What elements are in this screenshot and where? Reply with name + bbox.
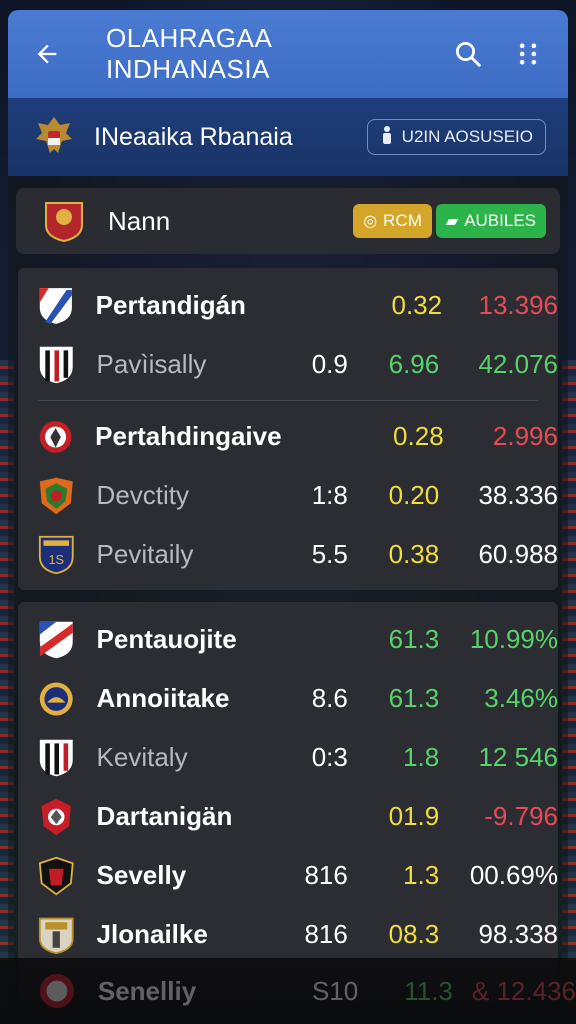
- back-button[interactable]: [30, 37, 64, 71]
- odds-value: 0.32: [391, 290, 443, 320]
- table-row[interactable]: Pavìisally 0.9 6.96 42.076: [18, 335, 558, 394]
- table-row[interactable]: Devctity 1:8 0.20 38.336: [18, 466, 558, 525]
- odds-value: 01.9: [388, 801, 440, 831]
- percent-value: 3.46%: [484, 683, 558, 713]
- striped-shield-icon: [39, 346, 73, 383]
- chip-rcm-label: RCM: [383, 211, 422, 230]
- team-name: Jlonailke: [96, 919, 208, 949]
- league-action-label: U2IN AOSUSEIO: [401, 127, 533, 146]
- score-value: S10: [311, 975, 359, 1006]
- table-row[interactable]: Kevitaly 0:3 1.8 12 546: [18, 728, 558, 787]
- chip-aubiles[interactable]: ▰ AUBILES: [435, 204, 546, 238]
- black-red-shield-icon: [38, 856, 74, 895]
- striped-shield-icon: [39, 739, 73, 776]
- odds-value: 1.8: [403, 742, 440, 772]
- team-name: Pevitaily: [96, 539, 194, 569]
- table-row[interactable]: Annoiitake 8.6 61.3 3.46%: [18, 669, 558, 728]
- percent-value: 2.996: [492, 421, 558, 451]
- person-icon: [380, 125, 394, 150]
- team-name: Sevelly: [96, 860, 187, 890]
- team-name: Annoiitake: [96, 683, 230, 713]
- percent-value: -9.796: [484, 801, 558, 831]
- team-name: Pavìisally: [96, 349, 207, 379]
- team-name: Devctity: [96, 480, 190, 510]
- percent-value: 12 546: [478, 742, 558, 772]
- app-bar: OLAHRAGAA INDHANASIA: [8, 10, 568, 98]
- red-crest-icon: [41, 798, 71, 835]
- round-crest-icon: [39, 973, 74, 1009]
- grid-dots-icon: [519, 43, 537, 65]
- percent-value: 00.69%: [469, 860, 558, 890]
- league-header: INeaaika Rbanaia U2IN AOSUSEIO: [8, 98, 568, 176]
- table-row[interactable]: Pentauojite 61.3 10.99%: [18, 610, 558, 669]
- search-button[interactable]: [450, 36, 486, 72]
- odds-value: 61.3: [388, 683, 440, 713]
- more-options-button[interactable]: [510, 36, 546, 72]
- table-row[interactable]: Pertahdingaive 0.28 2.996: [18, 407, 558, 466]
- search-icon: [456, 42, 481, 67]
- league-name: INeaaika Rbanaia: [94, 122, 293, 151]
- round-crest-icon: [39, 420, 72, 453]
- striped-shield-icon: [39, 287, 72, 324]
- divider: [38, 400, 538, 401]
- percent-value: 60.988: [478, 539, 558, 569]
- match-group-1: Pertandigán 0.32 13.396 Pavìisally 0.9 6…: [18, 268, 558, 590]
- tiger-crest-icon: [39, 477, 73, 514]
- percent-value: 98.338: [478, 919, 558, 949]
- odds-value: 08.3: [388, 919, 440, 949]
- team-name: Kevitaly: [96, 742, 188, 772]
- odds-value: 1.3: [403, 860, 440, 890]
- score-value: 8.6: [311, 683, 348, 713]
- app-title: OLAHRAGAA INDHANASIA: [106, 23, 271, 84]
- round-emblem-icon: [39, 682, 73, 715]
- score-value: 5.5: [311, 539, 348, 569]
- team-name: Senelliy: [97, 975, 197, 1006]
- chip-aubiles-label: AUBILES: [464, 211, 536, 230]
- percent-value: 13.396: [478, 290, 559, 320]
- team-crest-icon: [45, 202, 83, 243]
- striped-shield-icon: [39, 621, 73, 658]
- odds-value: 0.28: [393, 421, 444, 451]
- score-value: 816: [304, 919, 348, 949]
- percent-value: 38.336: [478, 480, 558, 510]
- filter-team-name: Nann: [108, 205, 171, 236]
- team-name: Dartanigän: [96, 801, 233, 831]
- app-window: OLAHRAGAA INDHANASIA INeaaika Rbanaia U2…: [8, 10, 568, 1024]
- odds-value: 0.20: [388, 480, 440, 510]
- odds-value: 61.3: [388, 624, 440, 654]
- percent-value: 42.076: [478, 349, 558, 379]
- arrow-left-icon: [37, 44, 57, 64]
- ear-icon: ◎: [363, 213, 378, 230]
- tv-icon: ▰: [445, 213, 459, 230]
- odds-value: 11.3: [404, 975, 453, 1006]
- score-value: 0.9: [311, 349, 348, 379]
- team-name: Pertandigán: [95, 290, 246, 320]
- faded-bottom-row: Senelliy S10 11.3 & 12.436: [0, 958, 576, 1024]
- match-group-2: Pentauojite 61.3 10.99% Annoiitake 8.6 6…: [18, 602, 558, 1002]
- garuda-crest-icon: [36, 117, 72, 153]
- navy-shield-icon: 1S: [38, 535, 74, 574]
- odds-value: 0.38: [388, 539, 440, 569]
- league-action-button[interactable]: U2IN AOSUSEIO: [366, 119, 546, 155]
- table-row[interactable]: Pertandigán 0.32 13.396: [18, 276, 558, 335]
- team-name: Pentauojite: [96, 624, 237, 654]
- chip-rcm[interactable]: ◎ RCM: [353, 204, 432, 238]
- score-value: 1:8: [311, 480, 348, 510]
- score-value: 816: [304, 860, 348, 890]
- team-name: Pertahdingaive: [95, 421, 282, 451]
- table-row[interactable]: Senelliy S10 11.3 & 12.436: [0, 958, 576, 1024]
- table-row[interactable]: Jlonailke 816 08.3 98.338: [18, 905, 558, 964]
- table-row[interactable]: 1S Pevitaily 5.5 0.38 60.988: [18, 525, 558, 584]
- table-row[interactable]: Dartanigän 01.9 -9.796: [18, 787, 558, 846]
- percent-value: 10.99%: [469, 624, 558, 654]
- odds-value: 6.96: [388, 349, 440, 379]
- filter-card: Nann ◎ RCM ▰ AUBILES: [16, 188, 560, 254]
- percent-value: & 12.436: [471, 975, 576, 1006]
- svg-text:1S: 1S: [48, 552, 64, 567]
- gold-shield-icon: [38, 917, 74, 954]
- table-row[interactable]: Sevelly 816 1.3 00.69%: [18, 846, 558, 905]
- score-value: 0:3: [311, 742, 348, 772]
